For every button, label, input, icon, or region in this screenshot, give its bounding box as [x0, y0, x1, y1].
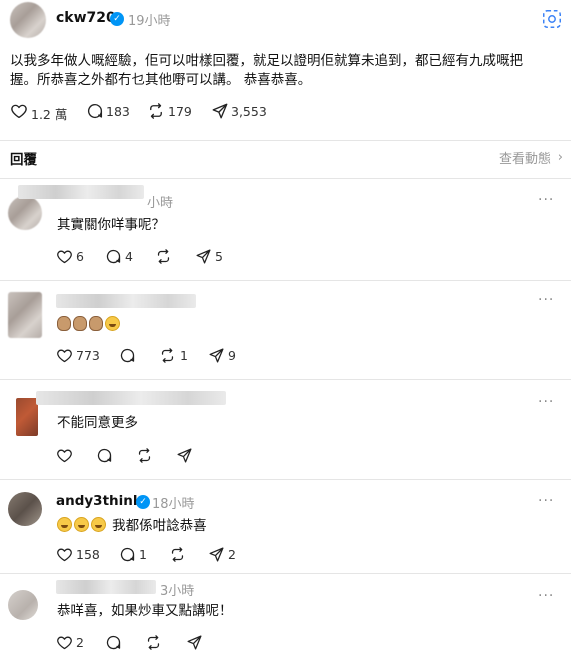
like-count: 2 [76, 635, 84, 650]
clap-emoji-icon [57, 316, 71, 331]
like-count: 158 [76, 547, 100, 562]
blurred-username [18, 185, 144, 199]
blurred-username [56, 294, 196, 308]
main-post: ckw720 ✓ 19小時 以我多年做人嘅經驗，佢可以咁樣回覆，就足以證明佢就算… [0, 0, 571, 140]
avatar[interactable] [16, 398, 38, 436]
comment-count: 4 [125, 249, 133, 264]
comment-bubble-icon[interactable] [105, 634, 122, 655]
more-dots-icon[interactable]: ··· [538, 292, 554, 308]
replies-header: 回覆 查看動態 › [0, 140, 571, 178]
repost-count: 1 [180, 348, 188, 363]
heart-icon[interactable] [56, 347, 73, 368]
more-dots-icon[interactable]: ··· [538, 192, 554, 208]
replies-title: 回覆 [10, 152, 37, 168]
post-time[interactable]: 19小時 [128, 10, 171, 29]
comment-bubble-icon[interactable] [119, 347, 136, 368]
divider [0, 280, 571, 281]
emoji-reactions [57, 316, 122, 331]
avatar[interactable] [8, 492, 42, 526]
repost-arrows-icon[interactable] [147, 102, 165, 124]
divider [0, 379, 571, 380]
heart-icon[interactable] [56, 634, 73, 655]
send-paper-plane-icon[interactable] [208, 347, 225, 368]
share-count: 5 [215, 249, 223, 264]
comment-bubble-icon[interactable] [105, 248, 122, 269]
clap-emoji-icon [73, 316, 87, 331]
repost-arrows-icon[interactable] [159, 347, 176, 368]
translate-icon[interactable] [541, 8, 563, 30]
reply-text: 恭咩喜，如果炒車又點講呢！ [57, 603, 233, 619]
laughing-emoji-icon [57, 516, 72, 532]
view-activity-link[interactable]: 查看動態 [499, 148, 551, 167]
repost-arrows-icon[interactable] [155, 248, 172, 269]
comment-count: 183 [106, 104, 130, 119]
heart-icon[interactable] [56, 546, 73, 567]
repost-arrows-icon[interactable] [145, 634, 162, 655]
divider [0, 178, 571, 179]
heart-icon[interactable] [56, 447, 73, 468]
laughing-emoji-icon [91, 516, 106, 532]
avatar[interactable] [8, 292, 42, 338]
chevron-right-icon[interactable]: › [558, 150, 563, 165]
post-username[interactable]: ckw720 [56, 10, 116, 26]
more-dots-icon[interactable]: ··· [538, 588, 554, 604]
like-count: 1.2 萬 [31, 107, 68, 122]
clap-emoji-icon [89, 316, 103, 331]
verified-badge-icon: ✓ [110, 12, 124, 26]
reply-content: 我都係咁諗恭喜 [57, 514, 207, 534]
send-paper-plane-icon[interactable] [176, 447, 193, 468]
comment-bubble-icon[interactable] [86, 102, 104, 124]
share-count: 2 [228, 547, 236, 562]
repost-arrows-icon[interactable] [169, 546, 186, 567]
laughing-emoji-icon [74, 516, 89, 532]
send-paper-plane-icon[interactable] [186, 634, 203, 655]
post-text-line-2: 握。所恭喜之外都冇乜其他嘢可以講。 恭喜恭喜。 [10, 72, 312, 88]
laughing-emoji-icon [105, 316, 120, 331]
reply-time[interactable]: 小時 [147, 192, 173, 211]
send-paper-plane-icon[interactable] [211, 102, 229, 124]
like-count: 773 [76, 348, 100, 363]
avatar[interactable] [8, 590, 38, 620]
heart-icon[interactable] [10, 102, 28, 124]
reply-time[interactable]: 3小時 [160, 580, 194, 599]
reply-text: 其實關你咩事呢？ [57, 217, 165, 233]
repost-count: 179 [168, 104, 192, 119]
like-count: 6 [76, 249, 84, 264]
blurred-username [36, 391, 226, 405]
divider [0, 479, 571, 480]
reply-username[interactable]: andy3think [56, 493, 142, 509]
repost-arrows-icon[interactable] [136, 447, 153, 468]
heart-icon[interactable] [56, 248, 73, 269]
share-count: 9 [228, 348, 236, 363]
more-dots-icon[interactable]: ··· [538, 493, 554, 509]
reply-text: 不能同意更多 [57, 415, 138, 431]
comment-bubble-icon[interactable] [119, 546, 136, 567]
avatar[interactable] [8, 196, 42, 230]
verified-badge-icon: ✓ [136, 495, 150, 509]
reply-time[interactable]: 18小時 [152, 493, 195, 512]
blurred-username [56, 580, 156, 594]
comment-bubble-icon[interactable] [96, 447, 113, 468]
divider [0, 573, 571, 574]
share-count: 3,553 [231, 104, 267, 119]
post-text-line-1: 以我多年做人嘅經驗，佢可以咁樣回覆，就足以證明佢就算未追到，都已經有九成嘅把 [10, 53, 523, 69]
comment-count: 1 [139, 547, 147, 562]
avatar[interactable] [10, 2, 46, 38]
send-paper-plane-icon[interactable] [195, 248, 212, 269]
send-paper-plane-icon[interactable] [208, 546, 225, 567]
reply-text: 我都係咁諗恭喜 [112, 518, 207, 534]
more-dots-icon[interactable]: ··· [538, 394, 554, 410]
